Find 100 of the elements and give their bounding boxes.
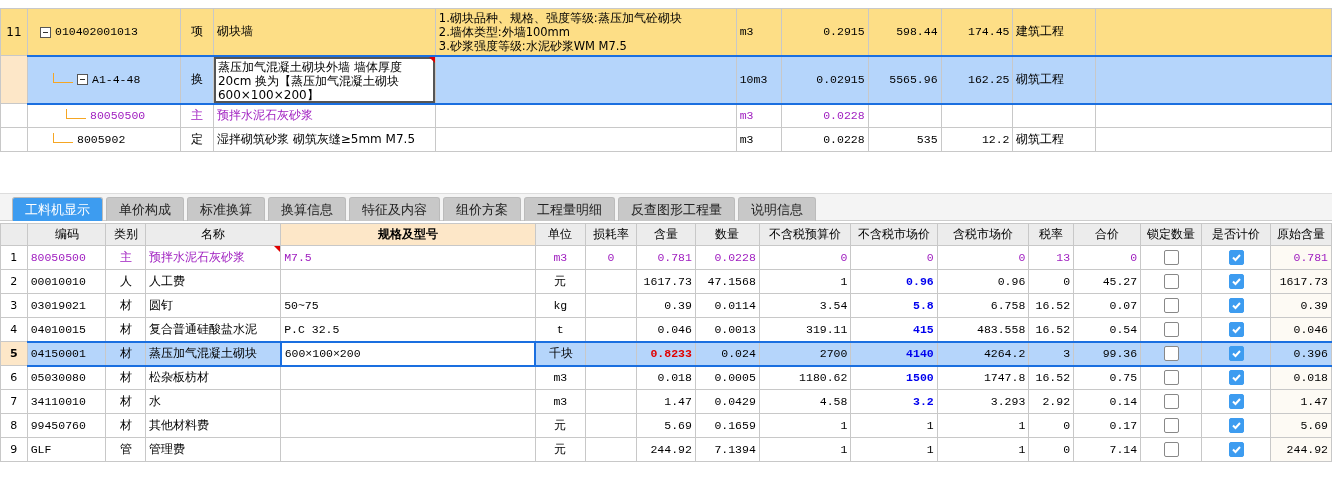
table-cell: 0 [1073,245,1141,270]
tab[interactable]: 标准换算 [187,197,265,221]
table-cell: 0.0429 [695,389,760,414]
tab[interactable]: 组价方案 [443,197,521,221]
row-number: 2 [0,269,28,294]
column-header[interactable]: 编码 [27,223,106,246]
name-text: 砌块墙 [216,24,253,39]
table-cell: 0.1659 [695,413,760,438]
table-cell: 1 [850,437,938,462]
column-header[interactable]: 名称 [145,223,281,246]
table-cell: 80050500 [27,245,106,270]
table-cell: 0.75 [1073,365,1141,390]
table-cell: 174.45 [941,8,1013,56]
feature-line: 1.砌块品种、规格、强度等级:蒸压加气砼砌块 [438,10,683,25]
tree-line [66,109,86,120]
table-cell: 定 [180,127,214,152]
table-cell: 10m3 [736,55,782,104]
collapse-icon[interactable] [40,26,51,38]
priced-checkbox[interactable] [1228,370,1244,386]
priced-checkbox[interactable] [1228,442,1244,457]
lock-checkbox[interactable] [1163,418,1179,433]
name-text: 复合普通硅酸盐水泥 [148,321,257,336]
table-cell: 162.25 [941,55,1013,104]
table-cell: kg [535,293,586,318]
column-header[interactable]: 是否计价 [1201,223,1271,246]
table-cell: 0.0228 [695,245,760,270]
name-text: 预拌水泥石灰砂浆 [148,250,245,264]
column-header[interactable]: 含量 [636,223,696,246]
column-header[interactable]: 规格及型号 [280,223,536,246]
table-cell: 0 [585,245,637,270]
tab[interactable]: 换算信息 [268,197,346,221]
lock-checkbox[interactable] [1163,394,1179,409]
row-number: 5 [0,341,28,366]
tab[interactable]: 说明信息 [738,197,816,221]
priced-checkbox[interactable] [1228,418,1244,433]
table-cell: 7.1394 [695,437,760,462]
tab[interactable]: 特征及内容 [349,197,440,221]
table-cell: m3 [736,103,782,128]
priced-checkbox[interactable] [1228,346,1244,361]
column-header[interactable]: 原始含量 [1270,223,1332,246]
table-cell: 0.8233 [636,341,696,366]
table-cell: 1500 [850,365,938,390]
column-header[interactable]: 数量 [695,223,760,246]
name-text: 其他材料费 [148,418,209,432]
column-header[interactable]: 锁定数量 [1140,223,1202,246]
priced-checkbox[interactable] [1228,274,1244,289]
table-cell: 1 [759,269,851,294]
table-cell: 0.39 [636,293,696,318]
column-header[interactable]: 损耗率 [585,223,637,246]
column-header[interactable]: 不含税预算价 [759,223,851,246]
table-cell: 元 [535,437,586,462]
table-cell: 0.781 [636,245,696,270]
table-cell: 2700 [759,341,851,366]
tree-line [53,73,73,83]
collapse-icon[interactable] [77,74,88,86]
lock-checkbox[interactable] [1163,250,1179,265]
table-cell: 45.27 [1073,269,1141,294]
priced-checkbox[interactable] [1228,298,1244,313]
row-number: 11 [0,8,28,56]
row-number: 9 [0,437,28,462]
lock-checkbox[interactable] [1163,370,1179,386]
priced-checkbox[interactable] [1228,321,1244,337]
table-cell: 3.293 [937,389,1029,414]
code-text: 8005902 [77,133,126,146]
lock-checkbox[interactable] [1163,442,1179,457]
table-cell: 项 [180,8,214,56]
column-header[interactable]: 含税市场价 [937,223,1029,246]
table-cell: 1747.8 [937,365,1029,390]
table-cell: 0 [1028,437,1074,462]
table-cell: 3 [1028,341,1074,366]
column-header[interactable]: 不含税市场价 [850,223,938,246]
table-cell: 材 [105,293,146,318]
table-cell: 50~75 [280,293,536,318]
table-cell: m3 [535,389,586,414]
table-cell: 0.0005 [695,365,760,390]
column-header[interactable]: 单位 [535,223,586,246]
table-cell: 34110010 [27,389,106,414]
column-header[interactable]: 税率 [1028,223,1074,246]
tab[interactable]: 工程量明细 [524,197,615,221]
table-cell: 03019021 [27,293,106,318]
name-input[interactable]: 蒸压加气混凝土砌块外墙 墙体厚度 20cm 换为【蒸压加气混凝土砌块 600×100×200】 [214,57,435,102]
table-cell: 1 [759,413,851,438]
priced-checkbox[interactable] [1228,250,1244,265]
table-cell: 4264.2 [937,341,1029,366]
lock-checkbox[interactable] [1163,274,1179,289]
column-header[interactable]: 类别 [105,223,146,246]
lock-checkbox[interactable] [1163,321,1179,337]
column-header[interactable]: 合价 [1073,223,1141,246]
table-cell: 0 [850,245,938,270]
table-cell: 05030080 [27,365,106,390]
table-cell: 3.2 [850,389,938,414]
priced-checkbox[interactable] [1228,394,1244,409]
tab[interactable]: 单价构成 [106,197,184,221]
table-cell: 0.0228 [781,103,869,128]
lock-checkbox[interactable] [1163,298,1179,313]
tab[interactable]: 反查图形工程量 [618,197,735,221]
table-cell: 0.14 [1073,389,1141,414]
table-cell: 0.96 [850,269,938,294]
lock-checkbox[interactable] [1163,346,1179,361]
table-cell: 1180.62 [759,365,851,390]
